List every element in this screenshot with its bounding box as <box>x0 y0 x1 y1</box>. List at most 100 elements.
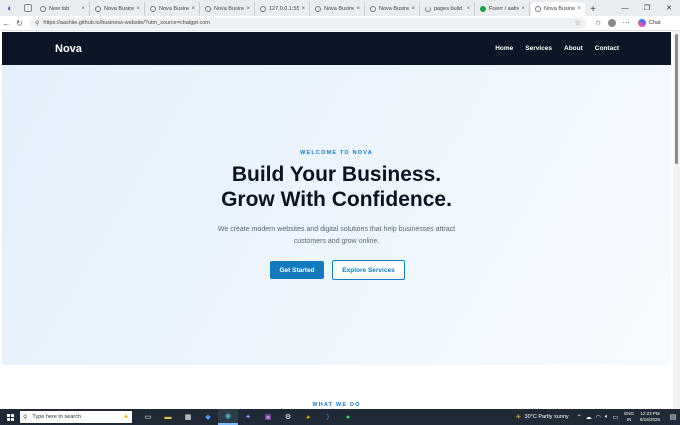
taskbar-search[interactable]: ⚲ Type here to search ✦ <box>20 411 132 423</box>
system-tray: ☀ 30°C Partly sunny ⌃ ☁ ◠ 🔈︎ ▭ ENG IN 12:… <box>515 409 680 425</box>
maximize-icon[interactable]: ❐ <box>636 0 658 16</box>
battery-icon[interactable]: ▭ <box>613 414 619 421</box>
tab-label: Nova Business <box>104 6 134 12</box>
chrome-icon[interactable]: ◕ <box>298 409 318 425</box>
browser-toolbar: ✩ ⋯ Chat <box>592 19 661 27</box>
nav-link-about[interactable]: About <box>564 45 583 52</box>
weather-widget[interactable]: ☀ 30°C Partly sunny <box>515 413 568 421</box>
browser-tab[interactable]: 127.0.0.1:5500/× <box>256 2 310 16</box>
browser-tab[interactable]: Nova Business× <box>91 2 145 16</box>
nav-link-contact[interactable]: Contact <box>595 45 619 52</box>
close-icon[interactable]: × <box>356 6 360 12</box>
copilot-app-icon[interactable]: ✦ <box>238 409 258 425</box>
volume-icon[interactable]: 🔈︎ <box>605 414 609 421</box>
close-icon[interactable]: × <box>246 6 250 12</box>
favorites-icon[interactable]: ✩ <box>592 19 604 27</box>
notification-icon[interactable]: ▤ <box>666 413 680 421</box>
close-icon[interactable]: × <box>466 6 470 12</box>
browser-tab[interactable]: pages build an× <box>421 2 475 16</box>
app-icon[interactable]: ▣ <box>258 409 278 425</box>
tab-label: Nova Business <box>324 6 354 12</box>
scrollbar-thumb[interactable] <box>675 34 678 164</box>
minimize-icon[interactable]: — <box>614 0 636 16</box>
url-field[interactable]: ⚲ https://aashiie.github.io/business-web… <box>30 17 586 29</box>
browser-tab[interactable]: Nova Business× <box>146 2 200 16</box>
cloud-icon[interactable]: ☁ <box>586 414 592 421</box>
section-label: WHAT WE DO <box>312 402 361 408</box>
copilot-chat-button[interactable]: Chat <box>638 19 661 27</box>
vscode-icon[interactable]: ⟩ <box>318 409 338 425</box>
start-button[interactable] <box>0 409 20 425</box>
language-indicator[interactable]: ENG IN <box>624 411 634 423</box>
get-started-button[interactable]: Get Started <box>270 261 324 279</box>
clock-date: 8/16/2026 <box>639 417 660 422</box>
hero-eyebrow: WELCOME TO NOVA <box>300 150 373 156</box>
close-icon[interactable]: × <box>191 6 195 12</box>
chat-label: Chat <box>649 20 661 26</box>
edge-icon[interactable]: ◉ <box>218 409 238 425</box>
tab-label: pages build an <box>434 6 464 12</box>
lang-bottom: IN <box>626 417 632 422</box>
browser-tab[interactable]: Nova Business× <box>311 2 365 16</box>
taskbar-apps: ▭ ▬ ▦ ◆ ◉ ✦ ▣ ⚙ ◕ ⟩ ● <box>138 409 358 425</box>
tab-label: New tab <box>49 6 70 12</box>
browser-tab[interactable]: Nova Business× <box>366 2 420 16</box>
address-bar: ← ↻ ⚲ https://aashiie.github.io/business… <box>0 16 680 31</box>
site-logo[interactable]: Nova <box>55 43 82 55</box>
page-scrollbar[interactable] <box>673 31 680 409</box>
calculator-icon[interactable]: ▦ <box>178 409 198 425</box>
close-icon[interactable]: × <box>301 6 305 12</box>
file-explorer-icon[interactable]: ▬ <box>158 409 178 425</box>
clock[interactable]: 12:23 PM 8/16/2026 <box>640 411 660 423</box>
loading-icon <box>425 6 431 12</box>
site-nav-links: Home Services About Contact <box>495 45 619 52</box>
browser-tab[interactable]: Fiverr / aafreen× <box>476 2 530 16</box>
tab-label: Nova Business <box>214 6 244 12</box>
wifi-icon[interactable]: ◠ <box>596 414 601 421</box>
task-view-icon[interactable]: ▭ <box>138 409 158 425</box>
nav-link-home[interactable]: Home <box>495 45 513 52</box>
copilot-icon <box>638 19 646 27</box>
new-tab-button[interactable]: + <box>586 2 600 16</box>
tab-label: Nova Business <box>379 6 409 12</box>
url-text: https://aashiie.github.io/business-websi… <box>43 20 210 26</box>
close-window-icon[interactable]: ✕ <box>658 0 680 16</box>
close-icon[interactable]: × <box>81 6 85 12</box>
workspace-icon[interactable]: ◐ <box>0 0 20 16</box>
explore-services-button[interactable]: Explore Services <box>332 260 405 280</box>
taskbar-search-placeholder: Type here to search <box>32 414 82 420</box>
tab-label: Nova Business <box>159 6 189 12</box>
page-viewport: Nova Home Services About Contact WELCOME… <box>0 31 673 409</box>
tab-actions-icon[interactable] <box>20 0 36 16</box>
sun-icon: ☀ <box>515 414 522 421</box>
browser-tab-active[interactable]: Nova Business× <box>531 2 585 16</box>
site-navbar: Nova Home Services About Contact <box>2 32 671 65</box>
services-section: WHAT WE DO <box>2 365 671 409</box>
whatsapp-icon[interactable]: ● <box>338 409 358 425</box>
fiverr-icon <box>480 6 486 12</box>
browser-tab-strip: ◐ New tab× Nova Business× Nova Business×… <box>0 0 680 16</box>
nav-link-services[interactable]: Services <box>525 45 552 52</box>
close-icon[interactable]: × <box>136 6 140 12</box>
tab-label: Fiverr / aafreen <box>489 6 519 12</box>
settings-icon[interactable]: ⚙ <box>278 409 298 425</box>
favorite-star-icon[interactable]: ☆ <box>575 19 581 27</box>
tray-icons: ⌃ ☁ ◠ 🔈︎ ▭ <box>577 414 619 421</box>
hero-section: WELCOME TO NOVA Build Your Business. Gro… <box>2 65 671 365</box>
hidden-icons-chevron-icon[interactable]: ⌃ <box>577 414 582 421</box>
store-icon[interactable]: ◆ <box>198 409 218 425</box>
close-icon[interactable]: × <box>411 6 415 12</box>
browser-tab[interactable]: Nova Business× <box>201 2 255 16</box>
more-options-icon[interactable]: ⋯ <box>620 19 632 27</box>
back-icon[interactable]: ← <box>0 16 13 31</box>
profile-avatar[interactable] <box>608 19 616 27</box>
search-icon: ⚲ <box>23 414 28 421</box>
refresh-icon[interactable]: ↻ <box>13 16 26 31</box>
hero-subtext: We create modern websites and digital so… <box>217 226 456 245</box>
hero-headline: Build Your Business. Grow With Confidenc… <box>2 162 671 212</box>
tab-label: Nova Business <box>544 6 576 12</box>
site-info-icon[interactable]: ⚲ <box>35 20 39 27</box>
close-icon[interactable]: × <box>521 6 525 12</box>
browser-tab[interactable]: New tab × <box>36 2 90 16</box>
close-icon[interactable]: × <box>577 6 581 12</box>
